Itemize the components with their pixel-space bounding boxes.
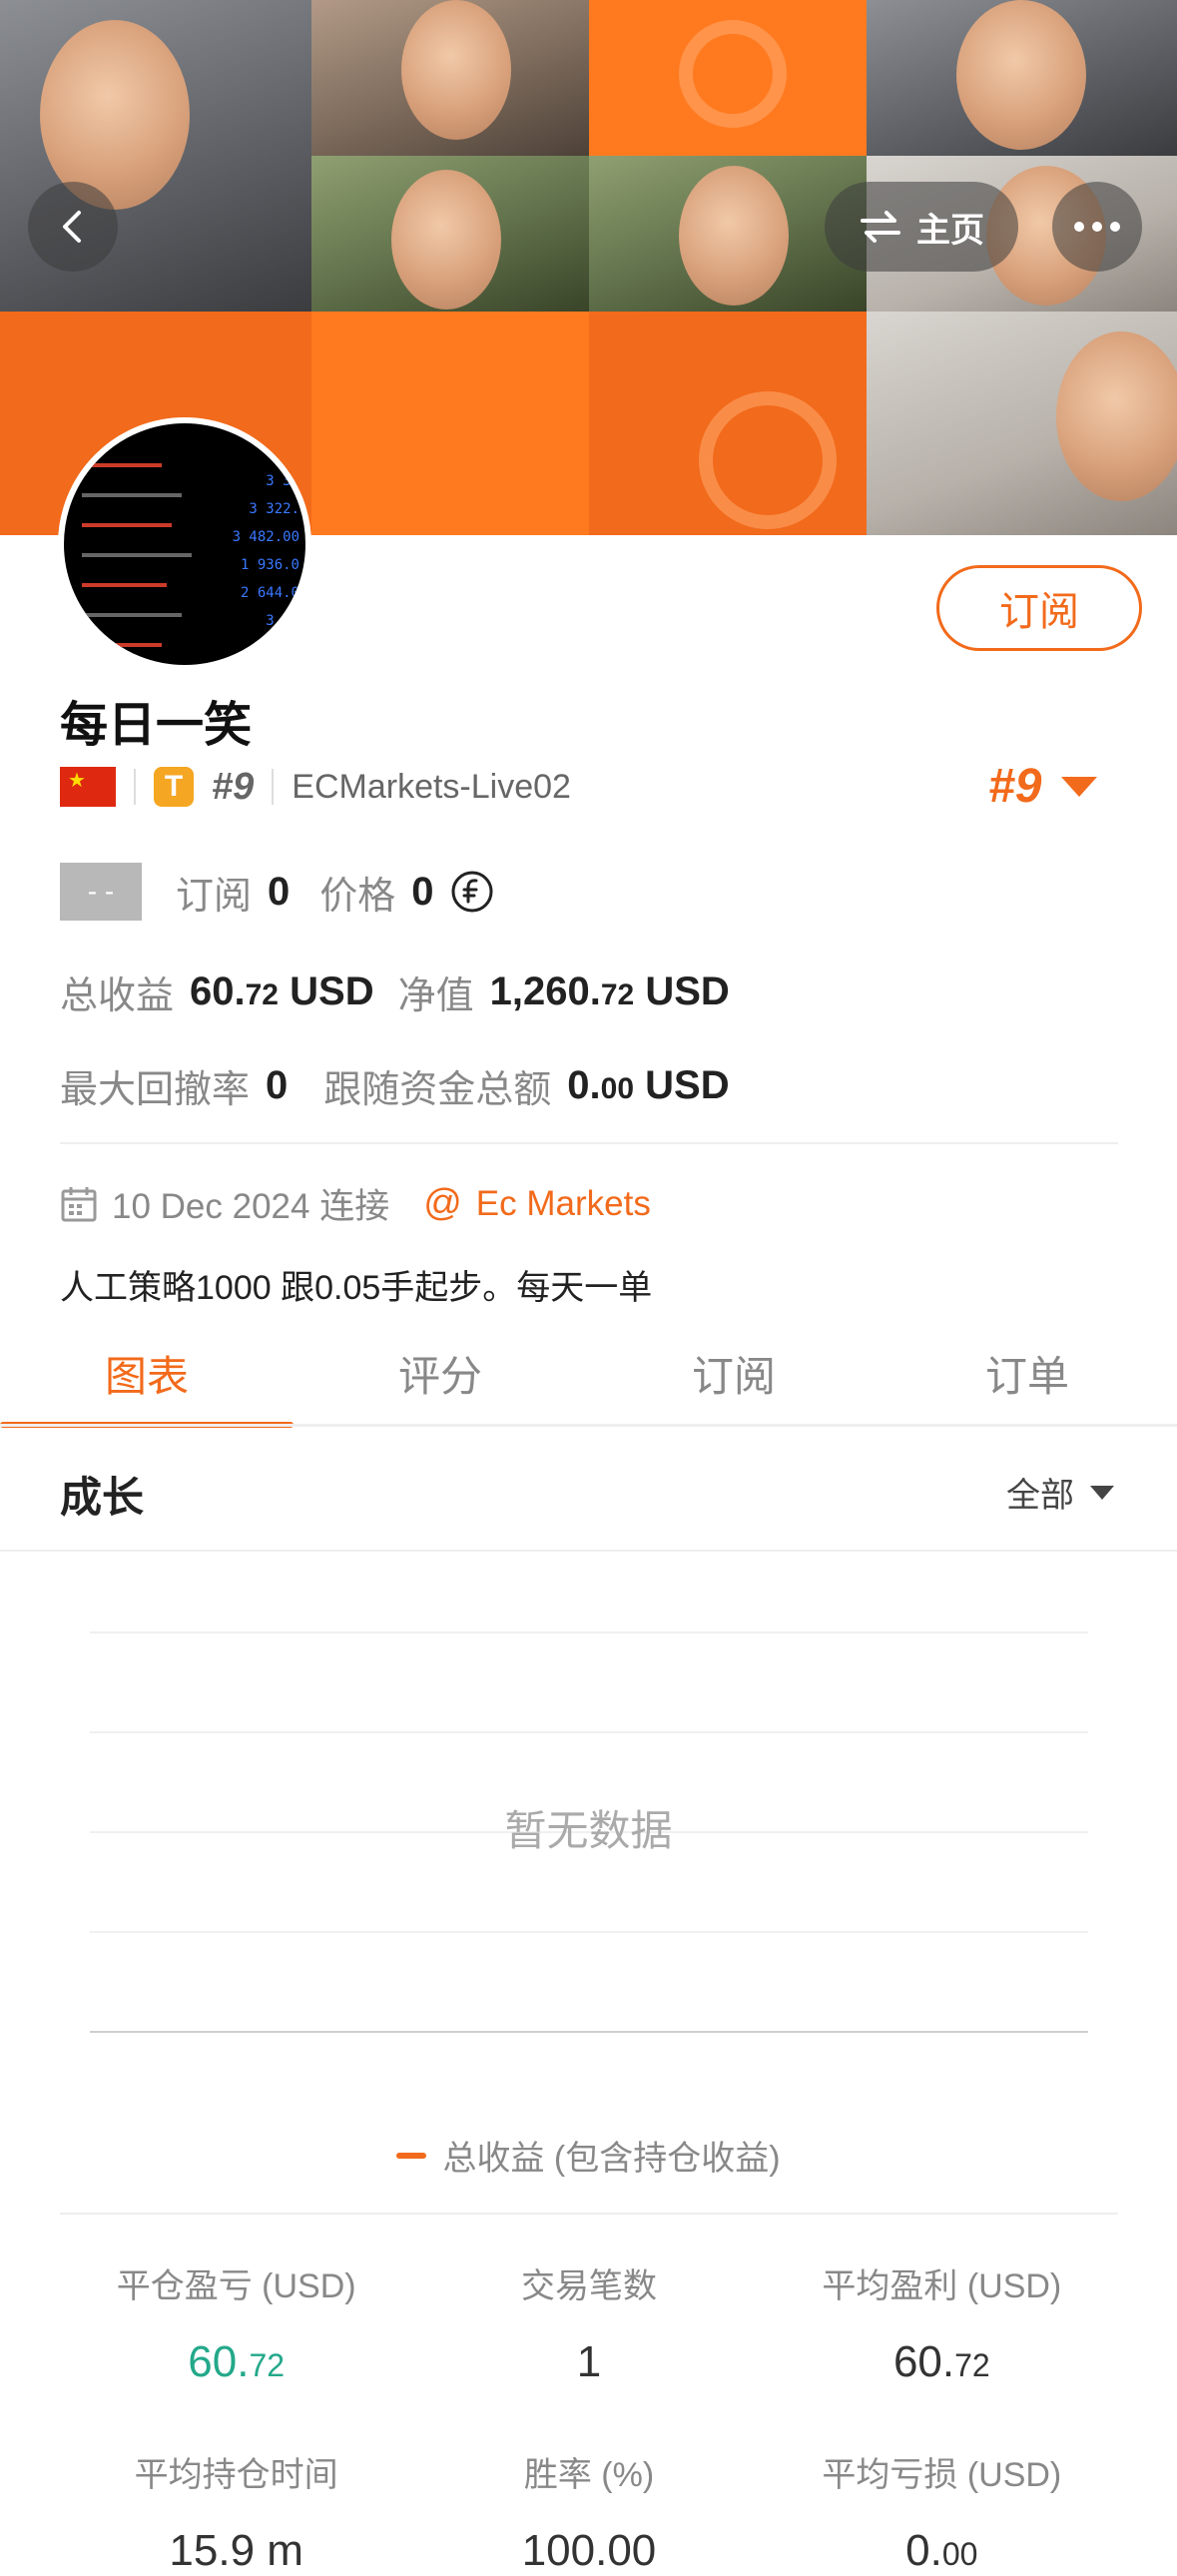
more-dots-icon (1074, 222, 1120, 232)
chart-legend: 总收益 (包含持仓收益) (0, 2131, 1177, 2180)
metric-win-rate: 胜率 (%) 100.00 (521, 2456, 657, 2575)
banner-pattern (589, 312, 867, 535)
tab-subscription[interactable]: 订阅 (587, 1318, 881, 1428)
banner-photo (867, 0, 1177, 156)
divider (0, 1550, 1177, 1552)
range-filter-dropdown[interactable]: 全部 (1006, 1468, 1114, 1517)
metrics-grid: 平仓盈亏 (USD) 60.72 交易笔数 1 平均盈利 (USD) 60.72… (60, 2258, 1118, 2576)
calendar-icon (61, 1186, 97, 1221)
profile-name: 每日一笑 (60, 699, 253, 752)
total-profit-label: 总收益 (60, 975, 175, 1017)
home-label: 主页 (916, 211, 984, 250)
range-filter-value: 全部 (1006, 1477, 1074, 1515)
rank-label: #9 (212, 765, 255, 808)
rank-dropdown[interactable]: #9 (988, 759, 1098, 814)
price-label: 价格 (319, 875, 396, 918)
equity-value: 1,260.72 USD (489, 969, 730, 1013)
banner-photo (0, 0, 311, 312)
divider (60, 1142, 1118, 1144)
divider (272, 769, 275, 805)
follow-funds-label: 跟随资金总额 (323, 1069, 552, 1111)
china-flag-icon: ★ (60, 767, 116, 807)
tab-chart[interactable]: 图表 (0, 1318, 294, 1428)
subscription-stats: - - 订阅 0 价格 0 (60, 863, 494, 921)
legend-label: 总收益 (包含持仓收益) (442, 2140, 781, 2178)
placeholder-badge: - - (60, 863, 142, 921)
triangle-down-icon (1090, 1485, 1114, 1500)
broker-link[interactable]: Ec Markets (476, 1184, 651, 1224)
chevron-left-icon (63, 211, 81, 243)
metric-avg-hold-time: 平均持仓时间 15.9 m (134, 2456, 338, 2575)
tab-rating[interactable]: 评分 (294, 1318, 587, 1428)
price-value: 0 (411, 869, 434, 914)
divider (60, 2213, 1118, 2215)
profile-tabs: 图表 评分 订阅 订单 (0, 1318, 1177, 1428)
home-button[interactable]: 主页 (825, 182, 1018, 272)
metric-avg-loss: 平均亏损 (USD) 0.00 (822, 2456, 1062, 2575)
metric-closed-pnl: 平仓盈亏 (USD) 60.72 (116, 2267, 356, 2386)
banner-pattern (311, 312, 589, 535)
profile-meta-row: ★ T #9 ECMarkets-Live02 (60, 763, 571, 811)
drawdown-row: 最大回撤率 0 跟随资金总额 0.00 USD (60, 1058, 730, 1113)
subscribe-button-label: 订阅 (999, 590, 1079, 634)
back-button[interactable] (28, 182, 118, 272)
total-profit-value: 60.72 USD (190, 969, 374, 1013)
chart-gridline (90, 1631, 1088, 1633)
chart-gridline (90, 1731, 1088, 1733)
subscribe-count: 0 (268, 869, 291, 914)
divider (0, 1424, 1177, 1427)
chart-axis (90, 2031, 1088, 2033)
metric-trade-count: 交易笔数 1 (520, 2267, 657, 2386)
empty-state-text: 暂无数据 (504, 1807, 673, 1854)
banner-pattern (589, 0, 867, 156)
connection-row: 10 Dec 2024 连接 @ Ec Markets (60, 1178, 651, 1229)
max-drawdown-label: 最大回撤率 (60, 1069, 251, 1111)
subscribe-count-label: 订阅 (176, 875, 253, 918)
avatar: 3 32 3 322. 3 482.00 1 936.0 2 644.0 3 9… (58, 417, 311, 671)
banner-photo (311, 0, 589, 156)
triangle-down-icon (1061, 776, 1098, 797)
profit-equity-row: 总收益 60.72 USD 净值 1,260.72 USD (60, 965, 730, 1019)
swap-arrows-icon (861, 211, 900, 243)
trader-badge: T (154, 767, 194, 807)
rank-dropdown-value: #9 (988, 760, 1042, 813)
divider (134, 769, 136, 805)
follow-funds-value: 0.00 USD (567, 1063, 730, 1107)
profile-description: 人工策略1000 跟0.05手起步。每天一单 (60, 1269, 653, 1307)
max-drawdown-value: 0 (266, 1063, 289, 1107)
equity-label: 净值 (397, 975, 474, 1017)
connected-date: 10 Dec 2024 连接 (112, 1187, 390, 1226)
metric-avg-profit: 平均盈利 (USD) 60.72 (822, 2267, 1062, 2386)
legend-swatch (396, 2152, 427, 2159)
growth-title: 成长 (60, 1474, 145, 1521)
at-icon: @ (423, 1182, 462, 1224)
banner-photo (867, 312, 1177, 535)
tab-orders[interactable]: 订单 (881, 1318, 1174, 1428)
chart-gridline (90, 1931, 1088, 1933)
server-name: ECMarkets-Live02 (292, 767, 571, 806)
banner-photo (311, 156, 589, 312)
more-button[interactable] (1052, 182, 1142, 272)
subscribe-button[interactable]: 订阅 (936, 565, 1142, 651)
coin-icon (451, 871, 493, 913)
